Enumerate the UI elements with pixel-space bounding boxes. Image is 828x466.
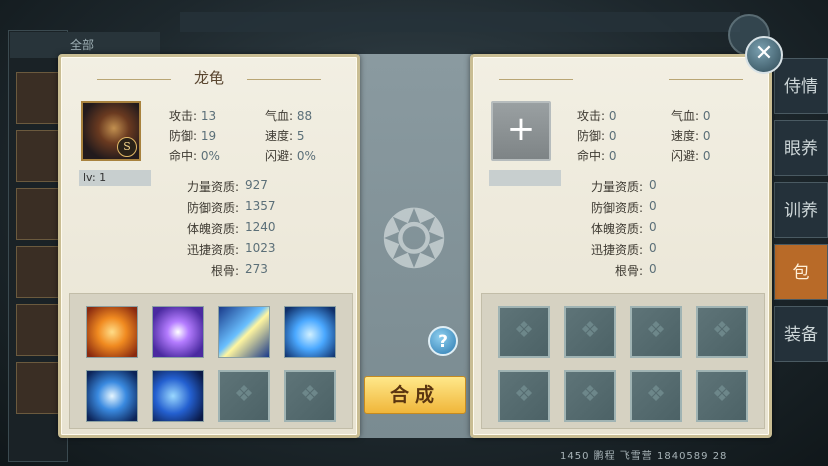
background-tab-active: 包 [774,244,828,300]
apt-defense-label: 防御资质: [186,201,239,215]
background-pet-slot [16,246,62,298]
skill-grid [69,293,353,429]
pet-panel-right: + 攻击: 0 气血: 0 防御: 0 速度: 0 命中: 0 闪避: 0 力量… [470,54,772,438]
background-pet-slot [16,304,62,356]
apt-agility-value: 1023 [245,241,276,255]
fire-skill-icon[interactable] [86,306,138,358]
apt-body-label: 体魄资质: [186,222,239,236]
title-divider [499,79,573,80]
background-pet-slot [16,188,62,240]
stat-hit: 命中: 0% [169,149,220,163]
apt-body-value: 1240 [245,220,276,234]
apt-bone-label: 根骨: [210,264,239,278]
empty-skill-slot[interactable] [630,370,682,422]
stat-dodge: 闪避: 0 [671,149,711,163]
close-icon: ✕ [754,41,774,66]
stat-defense: 防御: 0 [577,129,617,143]
vortex-skill-icon[interactable] [86,370,138,422]
lightning-skill-icon[interactable] [218,306,270,358]
background-pet-slot [16,362,62,414]
stat-attack: 攻击: 0 [577,109,617,123]
apt-bone-value: 0 [649,262,657,276]
pet-panel-left: 龙龟 S lv: 1 攻击: 13 气血: 88 防御: 19 速度: 5 命中… [58,54,360,438]
title-divider [247,79,321,80]
level-bar [489,170,561,186]
apt-agility-label: 迅捷资质: [590,243,643,257]
blue-beast-skill-icon[interactable] [152,370,204,422]
empty-skill-slot[interactable] [218,370,270,422]
background-topbar [180,12,740,32]
apt-power-label: 力量资质: [186,180,239,194]
background-pet-slot [16,130,62,182]
water-heart-skill-icon[interactable] [284,306,336,358]
stat-hit: 命中: 0 [577,149,617,163]
background-tab: 侍情 [774,58,828,114]
help-button[interactable]: ? [428,326,458,356]
background-pet-slot [16,72,62,124]
apt-bone-value: 273 [245,262,268,276]
skill-grid [481,293,765,429]
pet-name: 龙龟 [193,69,224,87]
apt-power-value: 0 [649,178,657,192]
apt-body-label: 体魄资质: [590,222,643,236]
title-divider [97,79,171,80]
background-tab: 训养 [774,182,828,238]
stat-hp: 气血: 0 [671,109,711,123]
apt-bone-label: 根骨: [614,264,643,278]
background-tab: 装备 [774,306,828,362]
empty-skill-slot[interactable] [498,306,550,358]
stat-dodge: 闪避: 0% [265,149,316,163]
empty-skill-slot[interactable] [696,306,748,358]
purple-orb-skill-icon[interactable] [152,306,204,358]
apt-defense-value: 1357 [245,199,276,213]
empty-skill-slot[interactable] [630,306,682,358]
combine-button[interactable]: 合成 [364,376,466,414]
stat-attack: 攻击: 13 [169,109,217,123]
apt-defense-value: 0 [649,199,657,213]
dragon-emblem-icon: ❂ [380,193,448,286]
stat-speed: 速度: 5 [265,129,305,143]
empty-skill-slot[interactable] [284,370,336,422]
apt-power-label: 力量资质: [590,180,643,194]
apt-defense-label: 防御资质: [590,201,643,215]
empty-skill-slot[interactable] [564,370,616,422]
background-status-text: 1450 鹏程 飞雪营 1840589 28 [560,451,728,462]
apt-power-value: 927 [245,178,268,192]
grade-badge: S [117,137,137,157]
stat-hp: 气血: 88 [265,109,313,123]
empty-skill-slot[interactable] [564,306,616,358]
pet-title-row: 龙龟 [61,67,357,87]
title-divider [669,79,743,80]
plus-icon: + [506,109,536,149]
stat-speed: 速度: 0 [671,129,711,143]
add-pet-button[interactable]: + [491,101,551,161]
apt-agility-value: 0 [649,241,657,255]
stat-defense: 防御: 19 [169,129,217,143]
empty-skill-slot[interactable] [696,370,748,422]
apt-body-value: 0 [649,220,657,234]
background-tab: 眼养 [774,120,828,176]
apt-agility-label: 迅捷资质: [186,243,239,257]
pet-portrait[interactable]: S [81,101,141,161]
empty-skill-slot[interactable] [498,370,550,422]
pet-title-row [473,67,769,87]
level-bar: lv: 1 [79,170,151,186]
close-button[interactable]: ✕ [745,36,783,74]
